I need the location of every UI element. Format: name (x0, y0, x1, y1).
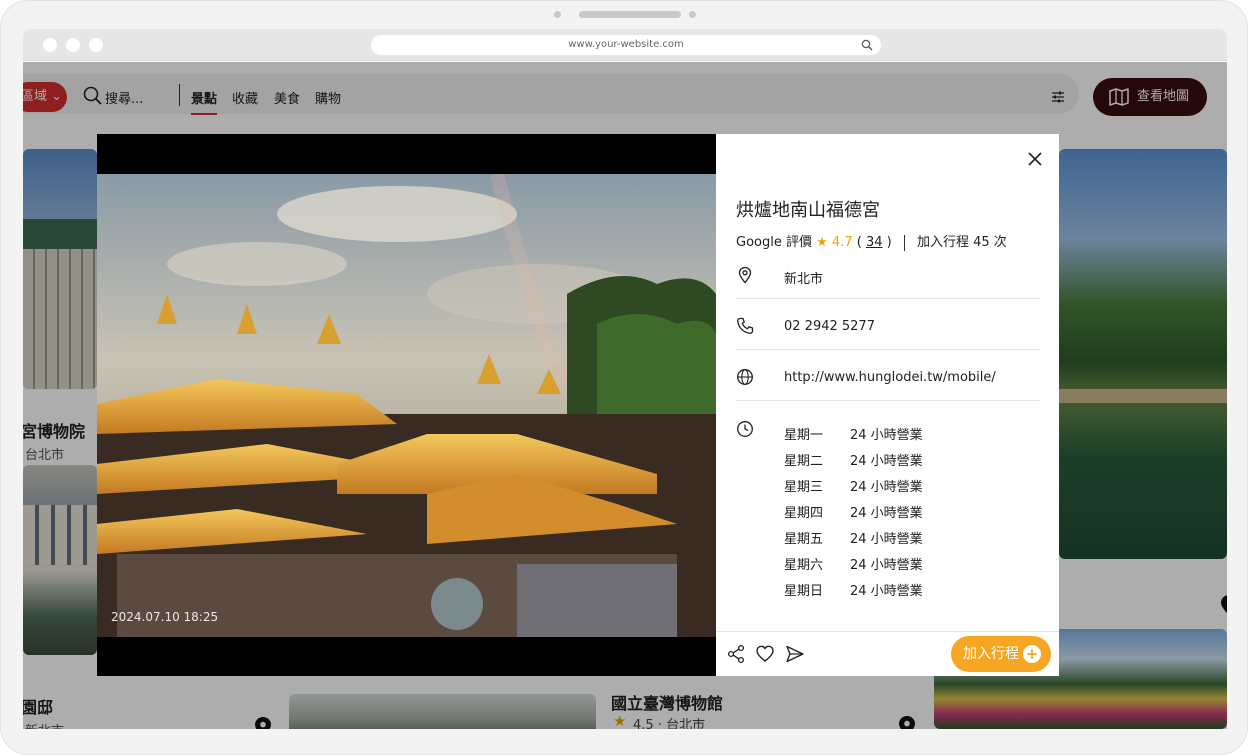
send-icon[interactable] (785, 644, 805, 664)
hours-day: 星期四 (784, 506, 824, 521)
website-row: http://www.hunglodei.tw/mobile/ (736, 350, 1041, 401)
location-row: 新北市 (736, 260, 1041, 299)
window-minimize-dot[interactable] (66, 38, 80, 52)
window-close-dot[interactable] (43, 38, 57, 52)
website-link[interactable]: http://www.hunglodei.tw/mobile/ (784, 370, 996, 385)
hours-day: 星期三 (784, 480, 824, 495)
hours-time: 24 小時營業 (850, 454, 923, 469)
phone-text[interactable]: 02 2942 5277 (784, 319, 875, 334)
window-maximize-dot[interactable] (89, 38, 103, 52)
hours-row-wed: 星期三 24 小時營業 (784, 476, 923, 502)
device-sensor-dot (689, 11, 696, 18)
screen: www.your-website.com 區域 ⌄ 搜尋... 景點 收藏 美食… (23, 29, 1227, 729)
hours-day: 星期日 (784, 584, 824, 599)
location-text: 新北市 (784, 272, 824, 287)
rating-row: Google 評價 ★ 4.7 ( 34 ) 加入行程 45 次 (736, 234, 1007, 251)
search-icon (861, 39, 873, 51)
heart-icon[interactable] (755, 644, 775, 664)
hours-row-mon: 星期一 24 小時營業 (784, 424, 923, 450)
phone-icon (737, 317, 754, 334)
hours-time: 24 小時營業 (850, 506, 923, 521)
review-count-link[interactable]: 34 (866, 235, 883, 250)
photo-timestamp: 2024.07.10 18:25 (111, 610, 219, 624)
place-detail-modal: 2024.07.10 18:25 烘爐地南山福德宮 Google 評價 ★ 4.… (97, 134, 1059, 676)
rating-score: 4.7 (831, 235, 853, 250)
rating-divider (903, 234, 905, 251)
hours-day: 星期一 (784, 428, 824, 443)
share-icon[interactable] (726, 644, 746, 664)
hours-row-tue: 星期二 24 小時營業 (784, 450, 923, 476)
address-bar[interactable]: www.your-website.com (371, 35, 881, 55)
place-name: 烘爐地南山福德宮 (736, 200, 880, 221)
hours-row-sun: 星期日 24 小時營業 (784, 580, 923, 606)
globe-icon (737, 369, 753, 385)
add-to-trip-button[interactable]: 加入行程 + (951, 636, 1051, 672)
location-pin-icon (738, 266, 752, 284)
clock-icon (737, 421, 753, 437)
add-to-trip-label: 加入行程 (963, 646, 1019, 662)
hours-day: 星期六 (784, 558, 824, 573)
hours-time: 24 小時營業 (850, 532, 923, 547)
plus-icon: + (1023, 645, 1041, 663)
hours-time: 24 小時營業 (850, 428, 923, 443)
temple-photo-illustration (97, 174, 716, 637)
hours-row-sat: 星期六 24 小時營業 (784, 554, 923, 580)
hours-row-thu: 星期四 24 小時營業 (784, 502, 923, 528)
hours-day: 星期二 (784, 454, 824, 469)
phone-row: 02 2942 5277 (736, 299, 1041, 350)
rating-label: Google 評價 (736, 235, 812, 250)
star-icon: ★ (816, 235, 828, 250)
hours-day: 星期五 (784, 532, 824, 547)
hours-row-fri: 星期五 24 小時營業 (784, 528, 923, 554)
panel-actions: 加入行程 + (716, 631, 1059, 676)
opening-hours-list: 星期一 24 小時營業 星期二 24 小時營業 星期三 24 小時營業 星期四 24 小… (784, 424, 923, 606)
device-frame: www.your-website.com 區域 ⌄ 搜尋... 景點 收藏 美食… (0, 0, 1248, 755)
place-info-panel: 烘爐地南山福德宮 Google 評價 ★ 4.7 ( 34 ) 加入行程 45 … (716, 134, 1059, 676)
close-icon[interactable] (1026, 150, 1044, 168)
place-photo[interactable] (97, 174, 716, 637)
address-url: www.your-website.com (568, 39, 684, 50)
hours-time: 24 小時營業 (850, 480, 923, 495)
device-camera-dot (554, 11, 561, 18)
device-speaker (579, 11, 681, 18)
trip-count: 加入行程 45 次 (916, 235, 1007, 250)
hours-time: 24 小時營業 (850, 584, 923, 599)
browser-chrome: www.your-website.com (23, 29, 1227, 61)
hours-time: 24 小時營業 (850, 558, 923, 573)
